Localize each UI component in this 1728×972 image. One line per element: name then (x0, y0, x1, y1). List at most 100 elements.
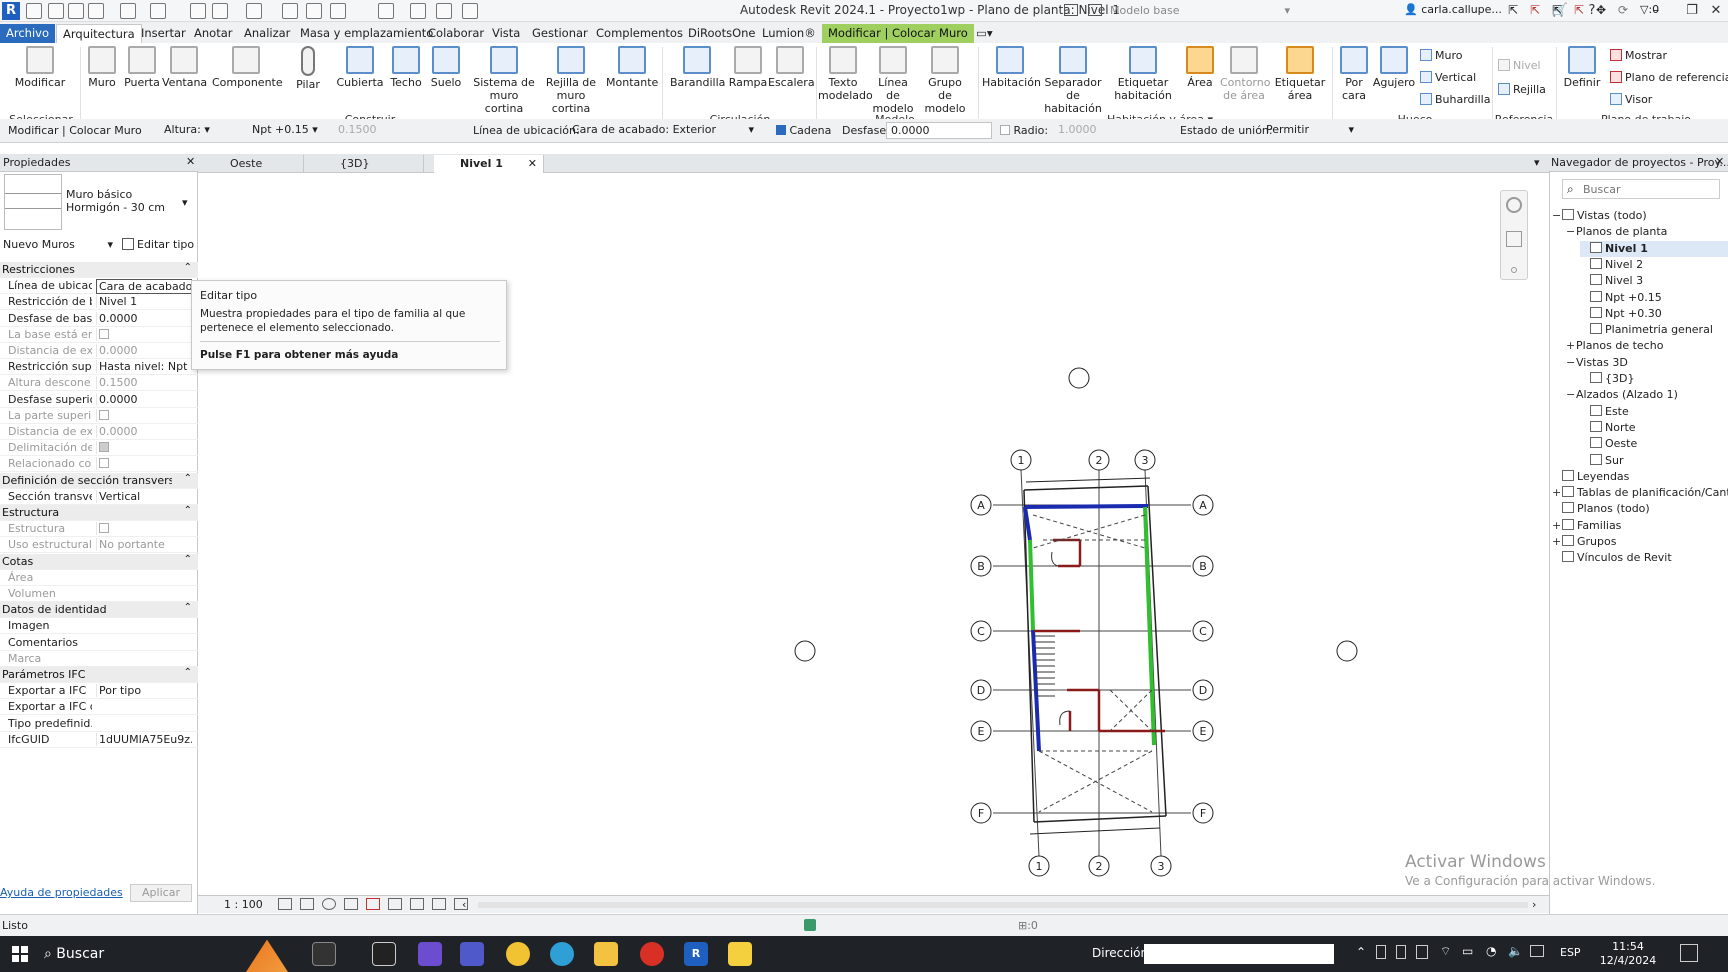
keyboard-icon[interactable] (1530, 945, 1544, 957)
rejilla-button[interactable]: Rejilla (1498, 83, 1546, 96)
separador-habitacion-button[interactable]: Separador de habitación (1040, 46, 1106, 115)
checkbox[interactable] (99, 409, 109, 420)
tab-oeste[interactable]: Oeste (204, 155, 304, 173)
property-value[interactable]: 1dUUMIA75Eu9z... (96, 732, 192, 746)
tab-vista[interactable]: Vista (486, 24, 526, 43)
horizontal-scrollbar[interactable] (478, 902, 1528, 908)
collapse-icon[interactable]: − (1566, 355, 1576, 371)
property-row[interactable]: Estructura (0, 521, 198, 538)
tab-complementos[interactable]: Complementos (590, 24, 689, 43)
property-section[interactable]: Cotas ⌃ (0, 553, 198, 570)
property-row[interactable]: Sección transve... Vertical (0, 489, 198, 505)
battery-icon[interactable]: ▭ (1462, 944, 1473, 958)
background-process-icon[interactable]: ⟳ (1618, 3, 1628, 17)
crop-view-icon[interactable] (366, 898, 380, 910)
elevation-marker[interactable] (1068, 367, 1090, 389)
tabs-dropdown-icon[interactable]: ▾ (1534, 156, 1540, 169)
text-icon[interactable] (306, 3, 322, 19)
collapse-icon[interactable]: ⌃ (184, 262, 192, 273)
door-swing[interactable] (1051, 551, 1059, 567)
home-icon[interactable] (26, 3, 42, 19)
tab-masa[interactable]: Masa y emplazamiento (294, 24, 439, 43)
tray-app2-icon[interactable] (1396, 945, 1406, 959)
detail-level-icon[interactable] (278, 898, 292, 910)
property-row[interactable]: Marca (0, 651, 198, 667)
property-section[interactable]: Definición de sección transversal ⌃ (0, 472, 198, 489)
switch-windows-icon[interactable] (462, 3, 478, 19)
property-row[interactable]: Restricción de b... Nivel 1 (0, 294, 198, 311)
redo-icon[interactable] (150, 3, 166, 19)
altura-dropdown[interactable]: Altura: ▾ (160, 122, 240, 139)
taskbar-search[interactable]: ⌕ Buscar (44, 940, 244, 968)
browser-node[interactable]: + Tablas de planificación/Cantid (1552, 485, 1728, 501)
collapse-icon[interactable]: ⌃ (184, 473, 192, 484)
volume-icon[interactable]: 🔈 (1508, 944, 1523, 958)
browser-node[interactable]: −Vistas 3D (1566, 355, 1728, 371)
zoom-icon[interactable] (1506, 231, 1522, 247)
tray-app3-icon[interactable] (1416, 945, 1428, 959)
property-value[interactable]: 0.0000 (96, 425, 192, 438)
browser-node[interactable]: Este (1580, 404, 1728, 420)
checkbox[interactable] (99, 458, 109, 469)
property-row[interactable]: La parte superio... (0, 408, 198, 424)
browser-node[interactable]: −Planos de planta (1566, 224, 1728, 240)
property-value[interactable]: 0.0000 (96, 311, 192, 325)
property-row[interactable]: Línea de ubicac... Cara de acabado (0, 278, 198, 295)
property-row[interactable]: Exportar a IFC Por tipo (0, 683, 198, 700)
property-value[interactable]: Vertical (96, 489, 192, 503)
close-icon[interactable]: ✕ (528, 155, 537, 172)
revit-logo-icon[interactable]: R (2, 2, 20, 20)
worksets-icon[interactable] (804, 919, 816, 931)
model-icon[interactable] (1088, 4, 1102, 16)
teams-work-icon[interactable] (460, 942, 484, 966)
wall-green-left[interactable] (1028, 539, 1035, 631)
language-indicator[interactable]: ESP (1560, 946, 1581, 959)
muro-opening-button[interactable]: Muro (1420, 49, 1462, 62)
browser-node[interactable]: −Alzados (Alzado 1) (1566, 387, 1728, 403)
tab-arquitectura[interactable]: Arquitectura (56, 24, 142, 43)
property-row[interactable]: Comentarios (0, 635, 198, 651)
chrome-profile-icon[interactable] (640, 942, 664, 966)
editar-tipo-button[interactable]: Editar tipo (122, 238, 194, 251)
ribbon-options-icon[interactable]: ▭▾ (970, 24, 999, 43)
property-row[interactable]: Tipo predefinid... (0, 716, 198, 732)
linea-ubicacion-dropdown[interactable]: Cara de acabado: Exterior ▾ (568, 122, 758, 139)
dimension-line-top[interactable] (1025, 477, 1151, 483)
property-row[interactable]: Exportar a IFC c... (0, 699, 198, 716)
expand-icon[interactable]: + (1552, 518, 1562, 534)
suelo-button[interactable]: Suelo (428, 46, 464, 89)
etiquetar-habitacion-button[interactable]: Etiquetar habitación (1110, 46, 1176, 102)
collapse-icon[interactable]: ⌃ (184, 602, 192, 613)
checkbox[interactable] (99, 328, 109, 339)
sun-path-icon[interactable] (322, 898, 336, 910)
select-by-face-icon[interactable]: ⇱ (1574, 3, 1584, 17)
property-section[interactable]: Estructura ⌃ (0, 505, 198, 521)
close-icon[interactable]: ✕ (1704, 2, 1728, 20)
texto-modelado-button[interactable]: Texto modelado (818, 46, 873, 102)
property-row[interactable]: La base está enl... (0, 327, 198, 343)
wall-blue-top[interactable] (1024, 504, 1149, 509)
nivel-button[interactable]: Nivel (1498, 59, 1541, 72)
definir-button[interactable]: Definir (1560, 46, 1604, 89)
tray-chevron-icon[interactable]: ⌃ (1356, 945, 1366, 959)
collapse-icon[interactable]: − (1566, 387, 1576, 403)
property-value[interactable]: 0.0000 (96, 392, 192, 406)
editable-count[interactable]: ⊞:0 (1018, 919, 1038, 932)
property-row[interactable]: Uso estructural No portante (0, 537, 198, 554)
property-value[interactable]: Por tipo (96, 684, 192, 698)
thin-lines-icon[interactable] (410, 3, 426, 19)
chrome-icon[interactable] (506, 942, 530, 966)
puerta-button[interactable]: Puerta (124, 46, 160, 89)
agujero-button[interactable]: Agujero (1372, 46, 1416, 89)
model-dropdown[interactable]: Modelo base ▾ (1110, 4, 1290, 17)
sync-icon[interactable] (88, 3, 104, 19)
browser-node[interactable]: Npt +0.15 (1580, 290, 1728, 306)
windows-start-icon[interactable] (12, 946, 28, 962)
elevation-marker[interactable] (794, 640, 816, 662)
cubierta-button[interactable]: Cubierta (336, 46, 384, 89)
section-icon[interactable] (378, 3, 394, 19)
montante-button[interactable]: Montante (606, 46, 658, 89)
browser-node[interactable]: Vínculos de Revit (1552, 550, 1728, 566)
close-views-icon[interactable] (436, 3, 452, 19)
scale-label[interactable]: 1 : 100 (224, 898, 263, 911)
